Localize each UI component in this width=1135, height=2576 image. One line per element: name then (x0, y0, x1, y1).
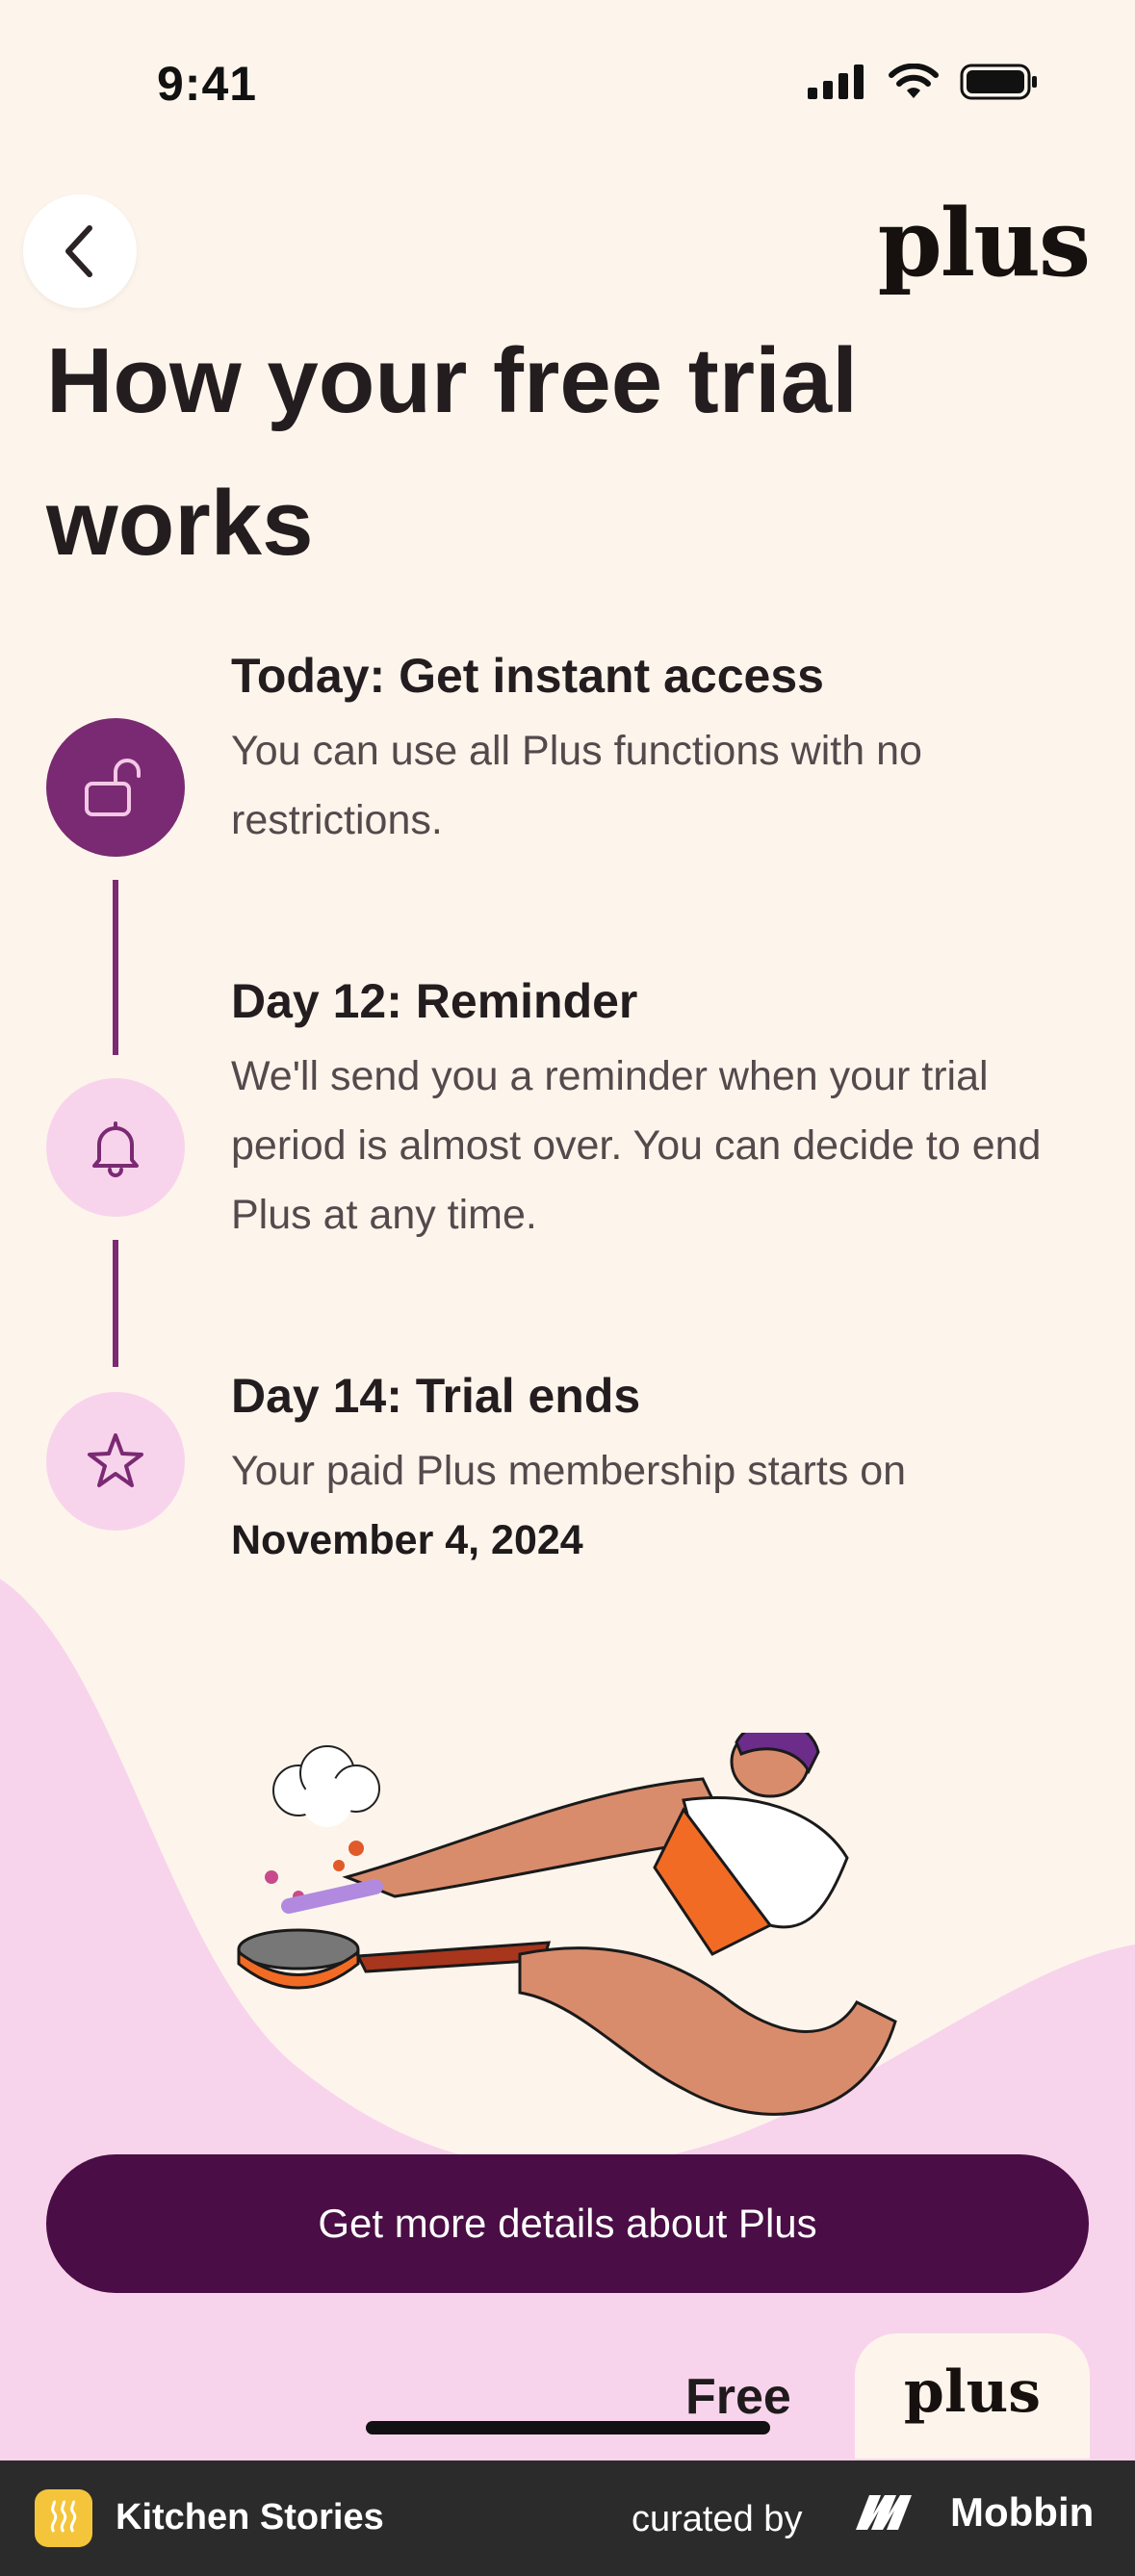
attribution-footer: Kitchen Stories curated by Mobbin (0, 2460, 1135, 2576)
step-title: Today: Get instant access (231, 649, 824, 703)
smoke-cloud (272, 1745, 380, 1827)
unlock-icon (85, 759, 141, 816)
plus-logo: plus (877, 189, 1091, 297)
step-reminder: Day 12: Reminder We'll send you a remind… (231, 970, 1097, 1249)
step-icon-today (46, 718, 185, 857)
step-description: Your paid Plus membership starts on (231, 1448, 907, 1494)
status-time: 9:41 (157, 57, 258, 111)
step-description: We'll send you a reminder when your tria… (231, 1053, 1042, 1238)
mobbin-brand: Mobbin (852, 2489, 1094, 2536)
status-bar: 9:41 (0, 0, 1135, 164)
page-title: How your free trial works (46, 329, 858, 575)
mobbin-logo-icon (856, 2495, 912, 2530)
signal-icon (808, 64, 864, 99)
tab-plus[interactable]: plus (855, 2333, 1090, 2459)
step-title: Day 14: Trial ends (231, 1369, 641, 1423)
timeline-connector (113, 1240, 118, 1367)
status-icons (808, 64, 1039, 100)
step-description: You can use all Plus functions with no r… (231, 728, 922, 843)
star-icon (88, 1433, 143, 1487)
tab-free[interactable]: Free (685, 2368, 791, 2426)
wifi-icon (889, 64, 939, 98)
kitchen-stories-app-icon (35, 2489, 92, 2547)
step-icon-trial-ends (46, 1392, 185, 1531)
footer-app-name: Kitchen Stories (116, 2497, 384, 2537)
footer-curated-by: curated by (632, 2499, 803, 2539)
steam-icon (50, 2500, 77, 2533)
timeline-connector (113, 880, 118, 1055)
chevron-left-icon (65, 225, 92, 277)
more-details-button[interactable]: Get more details about Plus (46, 2154, 1089, 2293)
home-indicator (366, 2421, 770, 2434)
mobbin-brand-name: Mobbin (950, 2489, 1095, 2535)
step-icon-reminder (46, 1078, 185, 1217)
chef-illustration (237, 1733, 897, 2116)
step-today: Today: Get instant access You can use al… (231, 645, 1097, 855)
battery-icon (960, 64, 1037, 100)
back-button[interactable] (23, 194, 137, 308)
step-title: Day 12: Reminder (231, 974, 638, 1028)
bell-icon (92, 1121, 139, 1177)
